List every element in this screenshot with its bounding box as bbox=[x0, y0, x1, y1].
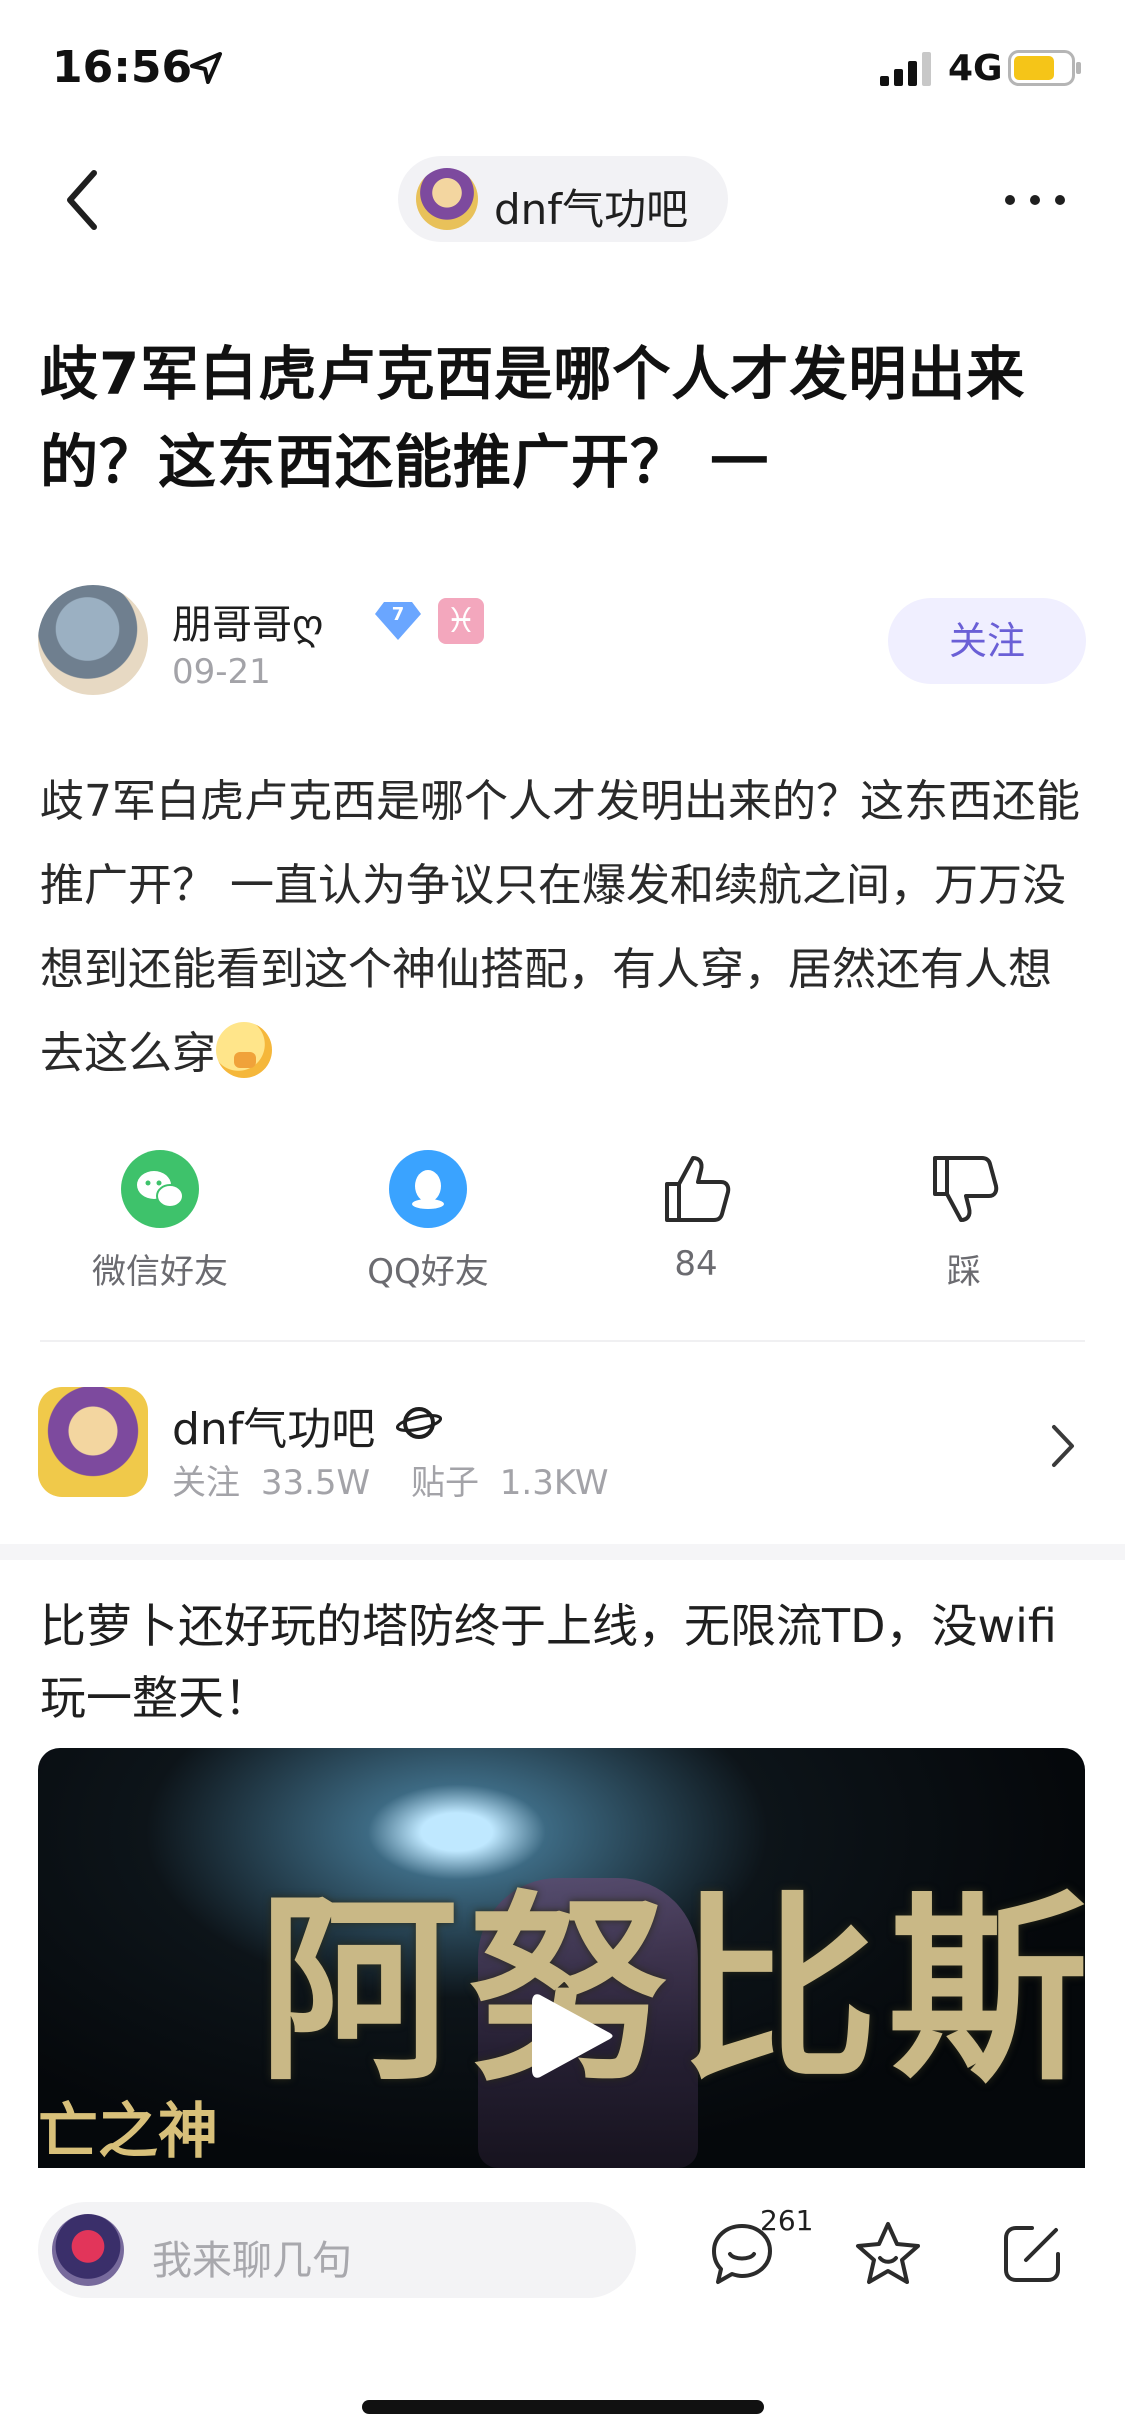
followers-label: 关注 bbox=[172, 1463, 240, 1503]
divider bbox=[40, 1340, 1085, 1342]
home-indicator bbox=[362, 2400, 764, 2414]
post-date: 09-21 bbox=[172, 652, 271, 692]
bottom-bar: 我来聊几句 261 bbox=[0, 2168, 1125, 2436]
ad-video-subtitle: 亡之神 bbox=[38, 2097, 218, 2167]
planet-icon bbox=[396, 1407, 442, 1439]
share-qq-button[interactable]: QQ好友 bbox=[328, 1150, 528, 1293]
followers-count: 33.5W bbox=[260, 1463, 371, 1503]
forum-card-name: dnf气功吧 bbox=[172, 1404, 376, 1455]
play-icon[interactable] bbox=[528, 1988, 614, 2084]
posts-label: 贴子 bbox=[410, 1463, 479, 1503]
more-icon[interactable] bbox=[1000, 180, 1070, 220]
zodiac-badge: ♓ bbox=[438, 598, 484, 644]
status-bar: 16:56 4G bbox=[0, 0, 1125, 130]
post-body: 歧7军白虎卢克西是哪个人才发明出来的？这东西还能推广开？ 一直认为争议只在爆发和… bbox=[40, 760, 1090, 1096]
back-icon[interactable] bbox=[58, 165, 108, 235]
location-arrow-icon bbox=[190, 52, 222, 84]
post-detail-page: 16:56 4G dnf气功吧 歧7军白虎卢克西是哪个人才发明出来的？这东西还能… bbox=[0, 0, 1125, 2436]
comment-placeholder: 我来聊几句 bbox=[152, 2238, 352, 2284]
wechat-icon bbox=[121, 1150, 199, 1228]
author-avatar[interactable] bbox=[38, 585, 148, 695]
nav-bar: dnf气功吧 bbox=[0, 130, 1125, 270]
forum-card-avatar bbox=[38, 1387, 148, 1497]
dislike-label: 踩 bbox=[947, 1252, 981, 1292]
post-title: 歧7军白虎卢克西是哪个人才发明出来的？这东西还能推广开？ 一 bbox=[40, 340, 1026, 496]
share-icon[interactable] bbox=[996, 2218, 1068, 2290]
user-avatar bbox=[52, 2214, 124, 2286]
forum-pill[interactable]: dnf气功吧 bbox=[398, 156, 728, 242]
like-button[interactable]: 84 bbox=[596, 1150, 796, 1284]
post-body-text: 歧7军白虎卢克西是哪个人才发明出来的？这东西还能推广开？ 一直认为争议只在爆发和… bbox=[40, 776, 1080, 1079]
forum-card[interactable]: dnf气功吧 关注 33.5W 贴子 1.3KW bbox=[0, 1345, 1125, 1535]
level-number: 7 bbox=[391, 604, 405, 625]
network-type: 4G bbox=[948, 48, 1003, 89]
star-icon[interactable] bbox=[852, 2218, 924, 2290]
dislike-button[interactable]: 踩 bbox=[864, 1150, 1064, 1293]
comment-count: 261 bbox=[760, 2204, 814, 2237]
section-divider bbox=[0, 1544, 1125, 1560]
posts-count: 1.3KW bbox=[499, 1463, 609, 1503]
battery-icon bbox=[1008, 50, 1081, 86]
forum-avatar bbox=[416, 168, 478, 230]
follow-button[interactable]: 关注 bbox=[888, 598, 1086, 684]
status-time: 16:56 bbox=[52, 42, 193, 93]
level-badge: 7 bbox=[374, 600, 422, 642]
ad-title[interactable]: 比萝卜还好玩的塔防终于上线，无限流TD，没wifi玩一整天！ bbox=[40, 1590, 1090, 1734]
thumbs-up-icon bbox=[657, 1150, 735, 1228]
comment-input[interactable]: 我来聊几句 bbox=[38, 2202, 636, 2298]
like-count: 84 bbox=[674, 1244, 718, 1284]
face-with-hand-over-mouth-icon bbox=[216, 1022, 272, 1078]
share-wechat-label: 微信好友 bbox=[92, 1252, 228, 1292]
signal-icon bbox=[880, 52, 931, 86]
ad-video[interactable]: 阿努比斯 亡之神 bbox=[38, 1748, 1085, 2168]
share-wechat-button[interactable]: 微信好友 bbox=[60, 1150, 260, 1293]
thumbs-down-icon bbox=[925, 1150, 1003, 1228]
author-name[interactable]: 朋哥哥ღ bbox=[172, 592, 323, 650]
ad-video-title: 阿努比斯 bbox=[258, 1875, 1085, 2108]
share-qq-label: QQ好友 bbox=[367, 1252, 489, 1292]
chevron-right-icon bbox=[1052, 1425, 1074, 1467]
forum-card-stats: 关注 33.5W 贴子 1.3KW bbox=[172, 1455, 609, 1504]
forum-pill-name: dnf气功吧 bbox=[494, 185, 689, 234]
qq-icon bbox=[389, 1150, 467, 1228]
